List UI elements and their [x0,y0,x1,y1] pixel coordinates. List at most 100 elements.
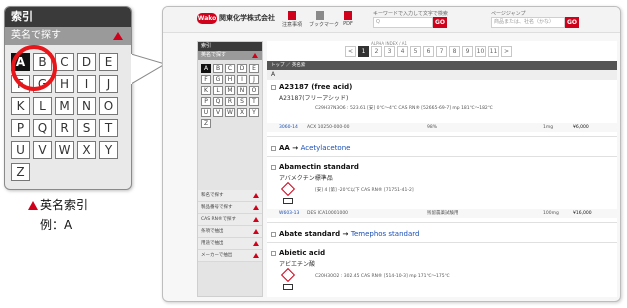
collapse-triangle-icon[interactable] [113,32,123,40]
cross-reference-link[interactable]: Temephos standard [351,230,420,238]
index-letter-t-button[interactable]: T [99,119,118,137]
index-letter-z-button[interactable]: Z [11,163,30,181]
product-entry: A23187 (free acid) A23187(フリーアシッド) C29H3… [267,81,617,137]
hazard-label-icon [283,284,293,290]
page-number-button[interactable]: 7 [436,46,447,57]
breadcrumb: トップ ／ 英名索 [267,61,617,70]
index-letter-h-button[interactable]: H [55,75,74,93]
page-number-button[interactable]: 6 [423,46,434,57]
index-letter-l-button[interactable]: L [213,86,223,95]
toolbar-bookmark-button[interactable]: ブックマーク [309,11,339,28]
entry-checkbox[interactable] [271,85,276,90]
index-letter-x-button[interactable]: X [237,108,247,117]
toolbar-doc-button[interactable]: 注意事項 [281,11,303,28]
index-letter-o-button[interactable]: O [249,86,259,95]
sidebar-menu-item[interactable]: 用途で抽出 [198,238,262,250]
page-number-button[interactable]: 9 [462,46,473,57]
index-letter-e-button[interactable]: E [99,53,118,71]
product-code-link[interactable]: W603-13 [279,209,299,218]
index-letter-f-button[interactable]: F [201,75,211,84]
index-letter-s-button[interactable]: S [237,97,247,106]
prev-page-button[interactable]: < [345,46,356,57]
index-letter-m-button[interactable]: M [225,86,235,95]
index-letter-d-button[interactable]: D [237,64,247,73]
entry-checkbox[interactable] [271,165,276,170]
entry-checkbox[interactable] [271,146,276,151]
index-letter-s-button[interactable]: S [77,119,96,137]
index-letter-h-button[interactable]: H [225,75,235,84]
index-letter-o-button[interactable]: O [99,97,118,115]
product-code-link[interactable]: 3060-14 [279,123,298,132]
sidebar-menu-item[interactable]: 和名で探す [198,190,262,202]
index-letter-y-button[interactable]: Y [249,108,259,117]
keyword-go-button[interactable]: GO [433,17,447,28]
index-letter-n-button[interactable]: N [237,86,247,95]
index-letter-g-button[interactable]: G [213,75,223,84]
cross-reference-link[interactable]: Acetylacetone [301,144,351,152]
index-letter-t-button[interactable]: T [249,97,259,106]
index-letter-y-button[interactable]: Y [99,141,118,159]
index-sidebar: 索引 英名で探す ABCDE FGHIJ KLMNO PQRST UVWXY Z 和名で探… [197,41,263,297]
sidebar-menu-label: 用途で抽出 [201,241,224,246]
sidebar-menu-item[interactable]: メーカーで抽出 [198,250,262,262]
product-name[interactable]: A23187 (free acid) [279,83,352,91]
index-letter-d-button[interactable]: D [77,53,96,71]
index-letter-k-button[interactable]: K [11,97,30,115]
product-name[interactable]: Abietic acid [279,249,325,257]
index-letter-e-button[interactable]: E [249,64,259,73]
index-letter-u-button[interactable]: U [11,141,30,159]
page-jump-go-button[interactable]: GO [565,17,579,28]
index-letter-a-button[interactable]: A [201,64,211,73]
sidebar-index-header: 索引 [198,42,262,51]
index-letter-i-button[interactable]: I [237,75,247,84]
index-letter-c-button[interactable]: C [55,53,74,71]
index-letter-v-button[interactable]: V [33,141,52,159]
product-japanese-name: アビエチン酸 [279,261,316,268]
index-letter-q-button[interactable]: Q [213,97,223,106]
index-letter-q-button[interactable]: Q [33,119,52,137]
page-number-button[interactable]: 8 [449,46,460,57]
entry-checkbox[interactable] [271,232,276,237]
page-number-button[interactable]: 11 [488,46,499,57]
index-letter-p-button[interactable]: P [11,119,30,137]
index-letter-j-button[interactable]: J [249,75,259,84]
product-price: ¥6,000 [573,125,589,130]
toolbar-pdf-button[interactable]: PDF [337,11,359,27]
page-number-button[interactable]: 3 [384,46,395,57]
page-number-button[interactable]: 5 [410,46,421,57]
index-letter-x-button[interactable]: X [77,141,96,159]
index-letter-w-button[interactable]: W [55,141,74,159]
index-letter-k-button[interactable]: K [201,86,211,95]
index-letter-p-button[interactable]: P [201,97,211,106]
index-letter-z-button[interactable]: Z [201,119,211,128]
index-letter-l-button[interactable]: L [33,97,52,115]
product-name[interactable]: Abamectin standard [279,163,359,171]
sidebar-menu-item[interactable]: CAS RN®で探す [198,214,262,226]
company-logo[interactable]: Wako 関東化学株式会社 [197,13,275,25]
page-number-button[interactable]: 10 [475,46,486,57]
index-letter-m-button[interactable]: M [55,97,74,115]
highlight-circle [11,45,57,91]
index-letter-i-button[interactable]: I [77,75,96,93]
index-letter-w-button[interactable]: W [225,108,235,117]
index-letter-u-button[interactable]: U [201,108,211,117]
sidebar-menu-item[interactable]: 条項で抽出 [198,226,262,238]
sidebar-english-name-label[interactable]: 英名で探す [198,51,262,60]
product-entry: Abamectin standard アバメクチン標準品 [安] 4 [第] -… [267,161,617,223]
page-number-button[interactable]: 4 [397,46,408,57]
index-letter-n-button[interactable]: N [77,97,96,115]
sidebar-menu-item[interactable]: 製品番号で探す [198,202,262,214]
index-letter-b-button[interactable]: B [213,64,223,73]
index-letter-c-button[interactable]: C [225,64,235,73]
next-page-button[interactable]: > [501,46,512,57]
index-letter-v-button[interactable]: V [213,108,223,117]
page-number-button[interactable]: 1 [358,46,369,57]
index-letter-r-button[interactable]: R [55,119,74,137]
zoom-english-name-label: 英名で探す [5,27,131,45]
index-letter-r-button[interactable]: R [225,97,235,106]
entry-checkbox[interactable] [271,251,276,256]
page-jump-input[interactable]: 商品または、社名（かな） [491,17,565,28]
keyword-search-input[interactable]: Q [373,17,433,28]
index-letter-j-button[interactable]: J [99,75,118,93]
page-number-button[interactable]: 2 [371,46,382,57]
